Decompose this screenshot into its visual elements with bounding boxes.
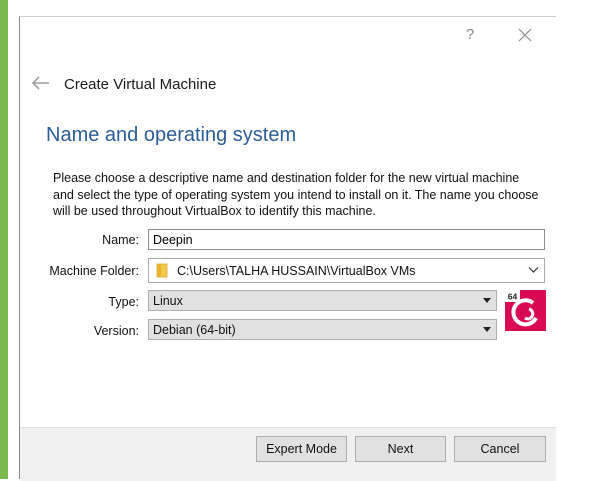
expert-mode-button[interactable]: Expert Mode (256, 436, 347, 462)
back-button[interactable] (30, 75, 52, 91)
next-button[interactable]: Next (355, 436, 446, 462)
type-select[interactable]: Linux (148, 290, 497, 311)
dialog-title: Create Virtual Machine (64, 76, 217, 93)
background-window-strip (8, 0, 27, 479)
dropdown-arrow-icon (483, 298, 491, 303)
dropdown-arrow-icon (483, 327, 491, 332)
type-label: Type: (108, 295, 139, 309)
dialog-footer: Expert Mode Next Cancel (20, 427, 556, 481)
page-description: Please choose a descriptive name and des… (53, 171, 539, 218)
debian-icon: 64 (505, 290, 546, 331)
name-label: Name: (102, 233, 139, 247)
machine-folder-select[interactable]: C:\Users\TALHA HUSSAIN\VirtualBox VMs (148, 258, 545, 283)
folder-icon (156, 263, 168, 278)
page-heading: Name and operating system (46, 124, 297, 146)
name-input[interactable] (148, 229, 545, 250)
back-arrow-icon (31, 76, 49, 90)
type-value: Linux (153, 294, 183, 308)
os-bits-label: 64 (508, 292, 518, 302)
help-button[interactable]: ? (460, 26, 480, 43)
create-vm-dialog: ? Create Virtual Machine Name and operat… (19, 16, 556, 481)
version-value: Debian (64-bit) (153, 323, 236, 337)
machine-folder-label: Machine Folder: (49, 264, 139, 278)
cancel-button[interactable]: Cancel (454, 436, 546, 462)
version-label: Version: (93, 324, 139, 338)
machine-folder-value: C:\Users\TALHA HUSSAIN\VirtualBox VMs (177, 264, 416, 278)
close-button[interactable] (514, 25, 536, 45)
version-select[interactable]: Debian (64-bit) (148, 319, 497, 340)
close-icon (518, 28, 532, 42)
chevron-down-icon (528, 267, 539, 273)
background-window-edge (0, 0, 8, 479)
